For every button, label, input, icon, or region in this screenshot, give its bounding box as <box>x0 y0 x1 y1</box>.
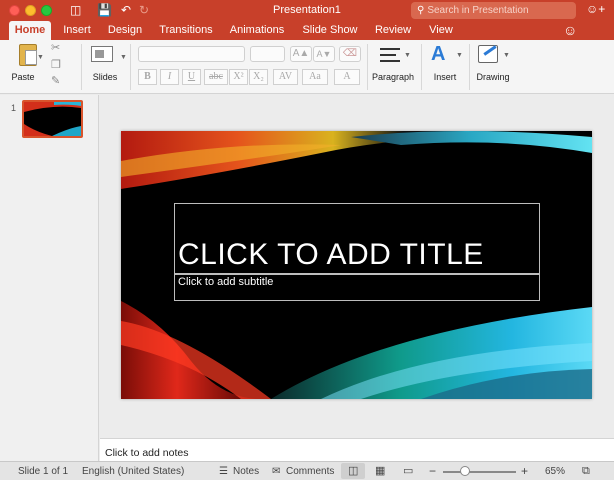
ribbon-divider <box>81 44 82 90</box>
format-painter-icon[interactable]: ✎ <box>51 74 60 87</box>
tab-slide-show[interactable]: Slide Show <box>298 21 362 40</box>
paste-button[interactable]: Paste <box>6 40 40 92</box>
title-bar: ◫ 💾 ↶ ↻ Presentation1 ⚲ Search in Present… <box>0 0 614 21</box>
tab-home[interactable]: Home <box>9 21 51 40</box>
bold-button[interactable]: B <box>138 69 157 85</box>
title-placeholder-box[interactable]: CLICK TO ADD TITLE <box>174 203 540 274</box>
zoom-level[interactable]: 65% <box>545 466 565 477</box>
zoom-slider-handle[interactable] <box>459 466 470 476</box>
subtitle-placeholder-text: Click to add subtitle <box>178 276 274 288</box>
search-field[interactable]: ⚲ Search in Presentation <box>411 2 576 19</box>
slides-chevron-icon[interactable]: ▼ <box>120 54 127 61</box>
sidebar-toggle-icon[interactable]: ◫ <box>70 3 81 17</box>
comments-icon[interactable]: ✉ <box>272 466 280 477</box>
paste-options-chevron-icon[interactable]: ▼ <box>37 54 44 61</box>
redo-icon[interactable]: ↻ <box>139 3 149 17</box>
slide-thumbnail-pane: 1 <box>0 95 99 461</box>
normal-view-icon: ◫ <box>348 465 359 477</box>
tab-review[interactable]: Review <box>371 21 415 40</box>
ribbon-divider <box>469 44 470 90</box>
insert-label: Insert <box>433 72 457 82</box>
reading-view-icon[interactable]: ▭ <box>403 464 413 477</box>
tab-insert[interactable]: Insert <box>58 21 96 40</box>
tab-view[interactable]: View <box>423 21 459 40</box>
share-icon[interactable]: ☺+ <box>586 2 605 16</box>
close-window-button[interactable] <box>9 5 20 16</box>
font-name-dropdown[interactable] <box>138 46 245 62</box>
change-case-button[interactable]: Aa <box>302 69 328 85</box>
superscript-button[interactable]: X² <box>229 69 248 85</box>
paste-label: Paste <box>11 72 35 82</box>
paragraph-chevron-icon[interactable]: ▼ <box>404 52 411 59</box>
cut-icon[interactable]: ✂ <box>51 41 60 54</box>
slides-label: Slides <box>92 72 118 82</box>
subtitle-placeholder-box[interactable]: Click to add subtitle <box>174 274 540 301</box>
notes-toggle-icon[interactable]: ☰ <box>219 466 228 477</box>
slide-count: Slide 1 of 1 <box>18 466 69 477</box>
paste-icon <box>19 44 37 66</box>
decrease-font-size-button[interactable]: A▼ <box>313 46 335 62</box>
notes-placeholder: Click to add notes <box>105 447 189 459</box>
tab-animations[interactable]: Animations <box>226 21 288 40</box>
slide-sorter-view-icon[interactable]: ▦ <box>375 464 385 477</box>
subscript-button[interactable]: X₂ <box>249 69 268 85</box>
status-bar: Slide 1 of 1 English (United States) ☰ N… <box>0 461 614 480</box>
zoom-slider[interactable] <box>443 471 516 473</box>
save-icon[interactable]: 💾 <box>97 3 112 17</box>
thumbnail-artwork <box>24 102 81 136</box>
title-placeholder-text: CLICK TO ADD TITLE <box>178 238 484 271</box>
ribbon-divider <box>421 44 422 90</box>
tab-design[interactable]: Design <box>104 21 146 40</box>
drawing-label: Drawing <box>476 72 510 82</box>
increase-font-size-button[interactable]: A▲ <box>290 46 312 62</box>
slide-number: 1 <box>11 103 17 113</box>
ribbon-tab-bar: Home Insert Design Transitions Animation… <box>0 21 614 40</box>
slide-layout-icon <box>91 46 113 62</box>
drawing-chevron-icon[interactable]: ▼ <box>503 52 510 59</box>
shapes-drawing-icon <box>478 45 498 63</box>
notes-toggle-label[interactable]: Notes <box>233 466 259 477</box>
font-size-dropdown[interactable] <box>250 46 285 62</box>
underline-button[interactable]: U <box>182 69 201 85</box>
ribbon-divider <box>367 44 368 90</box>
slides-button[interactable]: Slides <box>86 40 124 92</box>
current-slide[interactable]: CLICK TO ADD TITLE Click to add subtitle <box>121 131 592 399</box>
search-icon: ⚲ <box>417 5 425 16</box>
font-color-button[interactable]: A <box>334 69 360 85</box>
paragraph-label: Paragraph <box>371 72 415 82</box>
fit-to-window-icon[interactable]: ⧉ <box>582 465 590 478</box>
minimize-window-button[interactable] <box>25 5 36 16</box>
paragraph-align-icon <box>380 48 400 62</box>
maximize-window-button[interactable] <box>41 5 52 16</box>
ribbon-home: Paste ▼ ✂ ❐ ✎ Slides ▼ A▲ A▼ ⌫ <box>0 40 614 94</box>
strikethrough-button[interactable]: abc <box>204 69 228 85</box>
clear-formatting-button[interactable]: ⌫ <box>339 46 361 62</box>
notes-pane[interactable]: Click to add notes <box>100 438 614 461</box>
copy-icon[interactable]: ❐ <box>51 58 61 71</box>
ribbon-divider <box>130 44 131 90</box>
tab-transitions[interactable]: Transitions <box>155 21 217 40</box>
feedback-smiley-icon[interactable]: ☺ <box>563 22 577 38</box>
language-indicator[interactable]: English (United States) <box>82 466 184 477</box>
slide-thumbnail-1[interactable] <box>22 100 83 138</box>
zoom-in-icon[interactable]: + <box>521 464 528 478</box>
character-spacing-button[interactable]: AV <box>273 69 298 85</box>
zoom-out-icon[interactable]: − <box>429 464 436 478</box>
text-box-insert-icon: A <box>431 43 446 65</box>
insert-chevron-icon[interactable]: ▼ <box>456 52 463 59</box>
italic-button[interactable]: I <box>160 69 179 85</box>
comments-label[interactable]: Comments <box>286 466 334 477</box>
undo-icon[interactable]: ↶ <box>121 3 131 17</box>
search-placeholder: Search in Presentation <box>427 5 529 16</box>
